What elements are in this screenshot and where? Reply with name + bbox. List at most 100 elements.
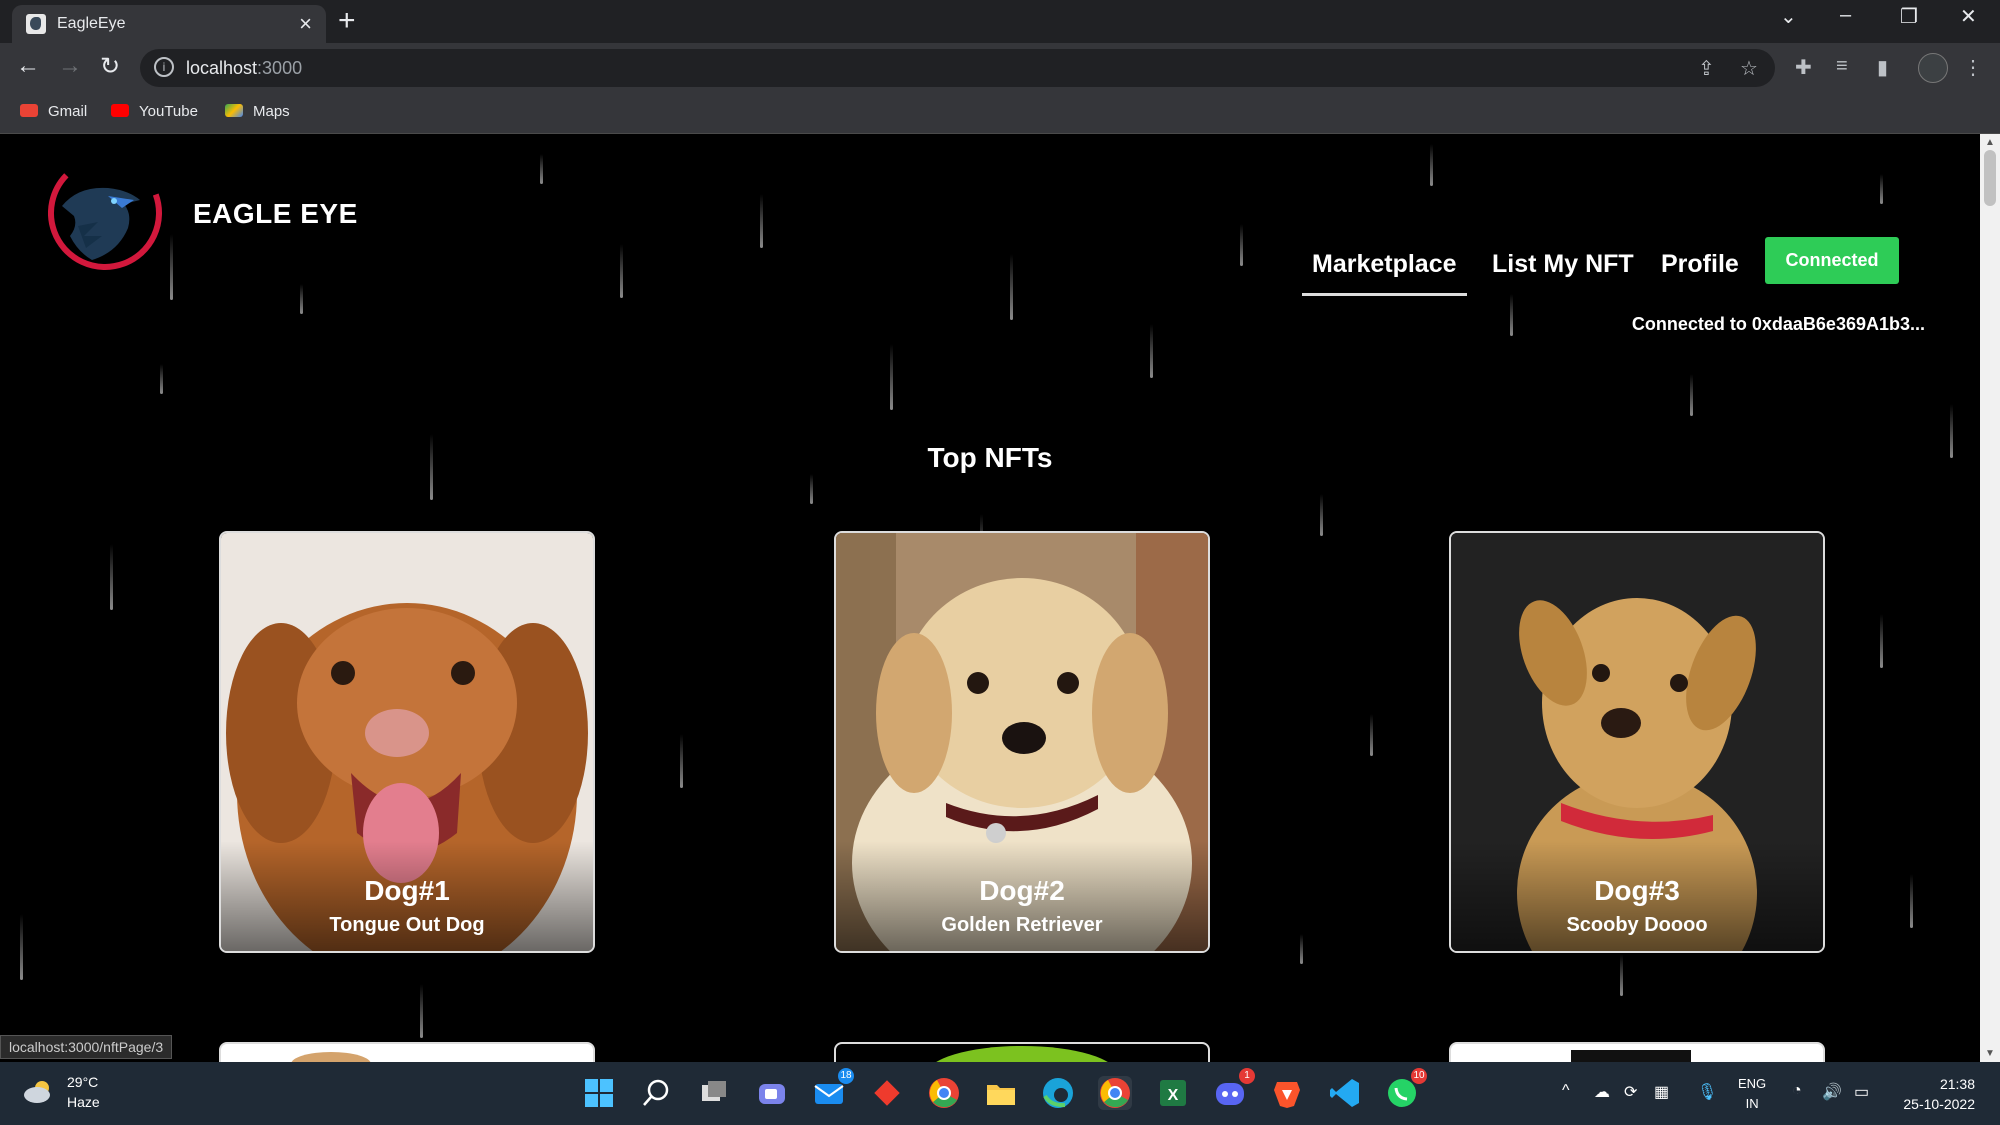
bookmark-maps[interactable]: Maps <box>225 103 290 120</box>
bookmark-youtube[interactable]: YouTube <box>111 103 198 120</box>
weather-haze-icon[interactable] <box>22 1078 56 1104</box>
section-title: Top NFTs <box>927 442 1053 473</box>
taskbar: 29°C Haze 18 X 1 10 ^ ☁ ⟳ ▦ 🎙 ENG IN ◔ 🔊… <box>0 1062 2000 1125</box>
menu-kebab-icon[interactable]: ⋮ <box>1963 55 1983 80</box>
side-panel-icon[interactable]: ▮ <box>1877 55 1888 80</box>
microphone-icon[interactable]: 🎙 <box>1697 1082 1717 1102</box>
tab-title: EagleEye <box>57 15 126 32</box>
clock[interactable]: 21:38 25-10-2022 <box>1895 1074 1975 1114</box>
nft-card[interactable]: Dog#1 Tongue Out Dog <box>219 531 595 953</box>
nav-marketplace[interactable]: Marketplace <box>1302 250 1467 296</box>
nft-card[interactable] <box>1449 1042 1825 1062</box>
brand-name: EAGLE EYE <box>193 198 358 229</box>
bookmarks-bar: Gmail YouTube Maps <box>0 93 2000 134</box>
share-icon[interactable]: ⇪ <box>1698 56 1715 81</box>
back-icon[interactable]: ← <box>16 52 40 80</box>
windows-start-icon[interactable] <box>582 1076 616 1110</box>
mail-badge: 18 <box>838 1068 854 1084</box>
whatsapp-icon[interactable]: 10 <box>1385 1068 1427 1110</box>
apps-tray-icon[interactable]: ▦ <box>1654 1082 1669 1102</box>
rain-streak <box>420 984 423 1038</box>
site-info-icon[interactable]: i <box>154 57 174 77</box>
rain-streak <box>110 544 113 610</box>
edge-icon[interactable] <box>1041 1076 1075 1110</box>
chrome-active-icon[interactable] <box>1098 1076 1132 1110</box>
rain-streak <box>1690 374 1693 416</box>
rain-streak <box>1150 324 1153 378</box>
weather-condition: Haze <box>67 1094 100 1110</box>
youtube-icon <box>111 104 129 117</box>
nft-description: Golden Retriever <box>941 914 1103 936</box>
rain-streak <box>620 244 623 298</box>
rain-streak <box>1010 254 1013 320</box>
extensions-icon[interactable]: ✚ <box>1795 55 1812 80</box>
wallet-connect-button[interactable]: Connected <box>1765 237 1899 284</box>
new-tab-button[interactable]: + <box>338 4 356 38</box>
rain-streak <box>680 734 683 788</box>
task-view-icon[interactable] <box>697 1076 731 1110</box>
whatsapp-badge: 10 <box>1411 1068 1427 1084</box>
language-indicator[interactable]: ENG IN <box>1738 1074 1766 1114</box>
nav-profile[interactable]: Profile <box>1661 250 1739 279</box>
file-explorer-icon[interactable] <box>984 1076 1018 1110</box>
profile-avatar[interactable] <box>1918 53 1948 83</box>
restore-icon[interactable]: ❐ <box>1900 4 1918 29</box>
bookmark-star-icon[interactable]: ☆ <box>1740 56 1758 81</box>
gmail-icon <box>20 104 38 117</box>
rain-streak <box>170 234 173 300</box>
sync-icon[interactable]: ⟳ <box>1624 1082 1637 1102</box>
brave-icon[interactable] <box>1270 1076 1304 1110</box>
nft-card[interactable]: Dog#3 Scooby Doooo <box>1449 531 1825 953</box>
temperature: 29°C <box>67 1074 99 1090</box>
nft-description: Scooby Doooo <box>1566 914 1708 936</box>
clock-time: 21:38 <box>1939 1076 1975 1092</box>
vscode-icon[interactable] <box>1328 1076 1362 1110</box>
mail-icon[interactable]: 18 <box>812 1068 854 1110</box>
dog-image <box>936 1046 1108 1062</box>
onedrive-icon[interactable]: ☁ <box>1594 1082 1610 1102</box>
eagle-favicon-icon <box>26 14 46 34</box>
search-icon[interactable] <box>640 1076 674 1110</box>
tab-search-icon[interactable]: ⌄ <box>1780 4 1797 29</box>
wifi-icon[interactable]: ◔ <box>1792 1082 1802 1100</box>
nav-list-my-nft[interactable]: List My NFT <box>1492 250 1634 279</box>
discord-badge: 1 <box>1239 1068 1255 1084</box>
nft-card[interactable] <box>219 1042 595 1062</box>
minimize-icon[interactable]: – <box>1840 4 1851 27</box>
nft-card[interactable]: Dog#2 Golden Retriever <box>834 531 1210 953</box>
forward-icon[interactable]: → <box>58 52 82 80</box>
wallet-address-text: Connected to 0xdaaB6e369A1b3... <box>1631 314 1925 334</box>
rain-streak <box>160 364 163 394</box>
scrollbar-thumb[interactable] <box>1984 150 1996 206</box>
show-hidden-icons-chevron[interactable]: ^ <box>1562 1082 1570 1100</box>
browser-tab[interactable]: EagleEye × <box>12 5 326 43</box>
discord-icon[interactable]: 1 <box>1213 1068 1255 1110</box>
bookmark-gmail[interactable]: Gmail <box>20 103 87 120</box>
close-tab-icon[interactable]: × <box>299 11 312 37</box>
browser-tab-strip: EagleEye × + ⌄ – ❐ ✕ <box>0 0 2000 43</box>
excel-icon[interactable]: X <box>1156 1076 1190 1110</box>
chrome-icon[interactable] <box>927 1076 961 1110</box>
rain-streak <box>1300 934 1303 964</box>
rain-streak <box>300 284 303 314</box>
volume-icon[interactable]: 🔊 <box>1822 1082 1842 1102</box>
rain-streak <box>1510 294 1513 336</box>
anydesk-icon[interactable] <box>870 1076 904 1110</box>
close-window-icon[interactable]: ✕ <box>1960 4 1977 29</box>
url-text[interactable]: localhost:3000 <box>186 58 302 79</box>
battery-icon[interactable]: ▭ <box>1854 1082 1869 1102</box>
page-scrollbar[interactable]: ▲ ▼ <box>1980 134 2000 1062</box>
scroll-down-icon[interactable]: ▼ <box>1985 1048 1995 1059</box>
maps-icon <box>225 104 243 117</box>
reload-icon[interactable]: ↻ <box>100 52 120 81</box>
scroll-up-icon[interactable]: ▲ <box>1985 137 1995 148</box>
reading-list-icon[interactable]: ≡ <box>1836 55 1848 78</box>
status-bar-url: localhost:3000/nftPage/3 <box>0 1035 173 1059</box>
nft-card[interactable] <box>834 1042 1210 1062</box>
address-bar[interactable]: i localhost:3000 ⇪ ☆ <box>140 49 1775 87</box>
dog-image <box>291 1052 371 1062</box>
nft-name: Dog#2 <box>979 875 1065 906</box>
dog-image <box>1571 1050 1691 1062</box>
nft-description: Tongue Out Dog <box>329 914 485 936</box>
teams-chat-icon[interactable] <box>755 1076 789 1110</box>
